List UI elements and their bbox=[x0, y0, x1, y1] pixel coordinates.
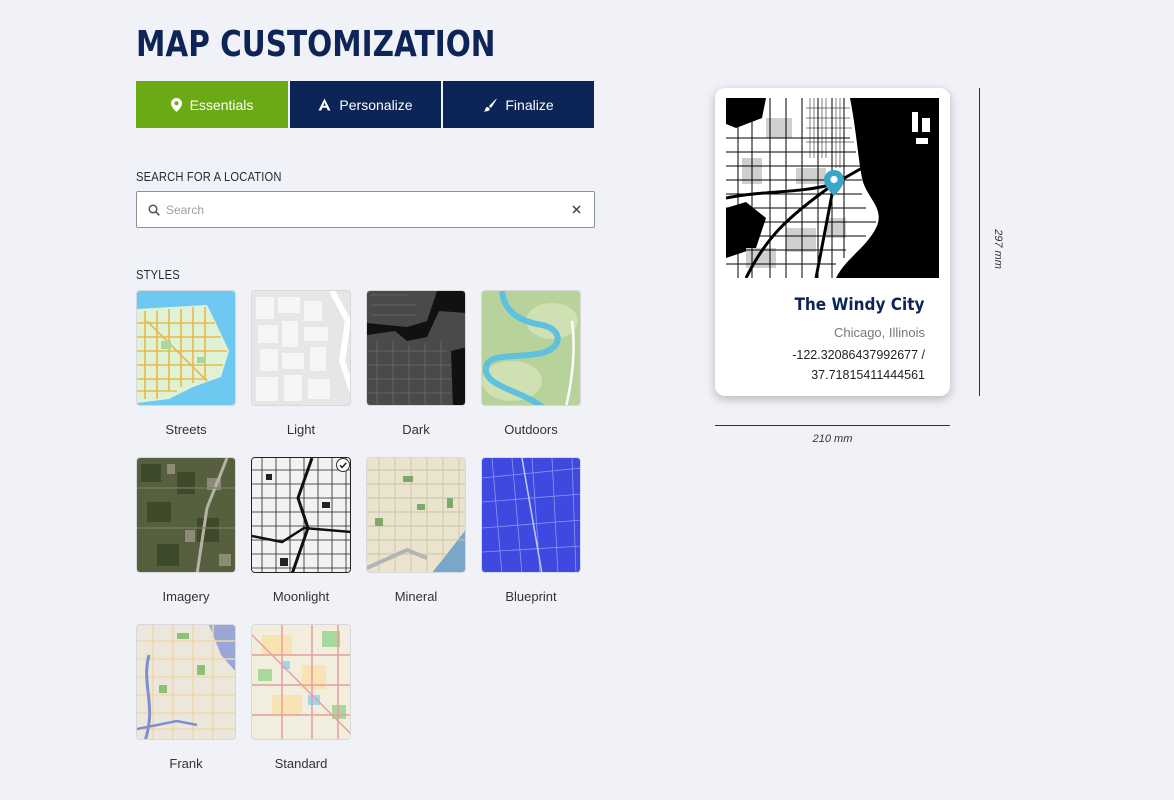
style-label: Outdoors bbox=[504, 422, 558, 437]
tab-finalize[interactable]: Finalize bbox=[443, 81, 594, 128]
poster-preview: The Windy City Chicago, Illinois -122.32… bbox=[715, 88, 950, 396]
style-thumbnail bbox=[251, 290, 351, 406]
style-thumbnail bbox=[136, 290, 236, 406]
letter-a-icon bbox=[318, 98, 331, 111]
style-thumbnail bbox=[366, 457, 466, 573]
poster-subtitle: Chicago, Illinois bbox=[833, 325, 925, 340]
style-dark[interactable]: Dark bbox=[366, 290, 466, 437]
style-label: Dark bbox=[402, 422, 430, 437]
height-dimension-label: 297 mm bbox=[992, 229, 1004, 269]
step-tabs: Essentials Personalize Finalize bbox=[136, 81, 594, 128]
height-dimension-line bbox=[979, 88, 980, 396]
tab-label: Personalize bbox=[339, 96, 413, 113]
poster-map bbox=[726, 98, 939, 278]
page-title: MAP CUSTOMIZATION bbox=[136, 24, 496, 65]
style-label: Standard bbox=[274, 756, 328, 771]
tab-label: Finalize bbox=[505, 96, 554, 113]
style-thumbnail bbox=[366, 290, 466, 406]
style-frank[interactable]: Frank bbox=[136, 624, 236, 771]
tab-personalize[interactable]: Personalize bbox=[290, 81, 441, 128]
style-moonlight[interactable]: Moonlight bbox=[251, 457, 351, 604]
poster-title: The Windy City bbox=[794, 295, 925, 315]
style-thumbnail bbox=[136, 457, 236, 573]
styles-label: STYLES bbox=[136, 267, 180, 282]
style-streets[interactable]: Streets bbox=[136, 290, 236, 437]
style-standard[interactable]: Standard bbox=[251, 624, 351, 771]
style-label: Mineral bbox=[394, 589, 438, 604]
search-box bbox=[136, 191, 595, 228]
tab-label: Essentials bbox=[189, 96, 254, 113]
width-dimension-line bbox=[715, 425, 950, 426]
map-pin-icon bbox=[170, 97, 182, 112]
width-dimension-label: 210 mm bbox=[812, 433, 853, 445]
map-pin-icon bbox=[824, 170, 844, 200]
style-label: Moonlight bbox=[272, 589, 330, 604]
brush-icon bbox=[483, 98, 497, 112]
style-thumbnail bbox=[251, 624, 351, 740]
style-thumbnail bbox=[481, 290, 581, 406]
style-blueprint[interactable]: Blueprint bbox=[481, 457, 581, 604]
close-icon[interactable] bbox=[572, 205, 581, 214]
style-label: Streets bbox=[165, 422, 207, 437]
style-mineral[interactable]: Mineral bbox=[366, 457, 466, 604]
style-label: Blueprint bbox=[505, 589, 557, 604]
tab-essentials[interactable]: Essentials bbox=[136, 81, 288, 128]
style-label: Light bbox=[286, 422, 316, 437]
style-label: Frank bbox=[169, 756, 203, 771]
style-thumbnail bbox=[136, 624, 236, 740]
style-imagery[interactable]: Imagery bbox=[136, 457, 236, 604]
style-thumbnail bbox=[481, 457, 581, 573]
style-label: Imagery bbox=[162, 589, 210, 604]
search-label: SEARCH FOR A LOCATION bbox=[136, 169, 282, 184]
search-input[interactable] bbox=[160, 192, 572, 227]
style-thumbnail bbox=[251, 457, 351, 573]
search-icon bbox=[148, 203, 160, 216]
checkmark-icon bbox=[336, 458, 350, 472]
styles-grid: Streets Light Dark Outdoors Imagery Moon… bbox=[136, 290, 581, 771]
poster-coordinates: -122.32086437992677 / 37.71815411444561 bbox=[792, 348, 925, 382]
style-light[interactable]: Light bbox=[251, 290, 351, 437]
style-outdoors[interactable]: Outdoors bbox=[481, 290, 581, 437]
